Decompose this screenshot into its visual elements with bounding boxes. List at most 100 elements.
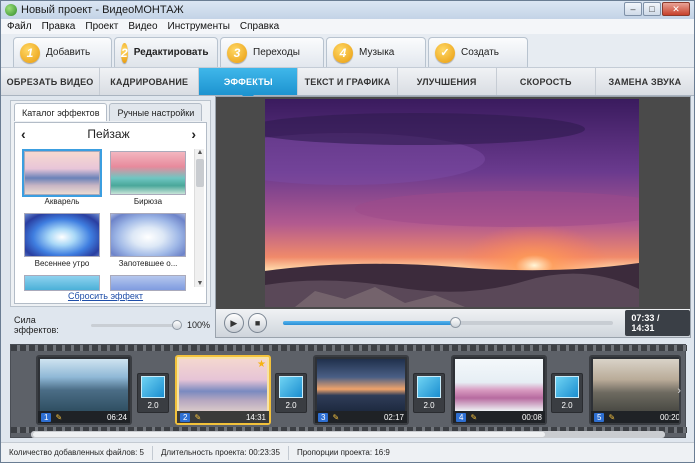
effect-thumbnail — [110, 151, 186, 195]
clip-thumbnail — [179, 359, 267, 411]
tab-crop[interactable]: КАДРИРОВАНИЕ — [100, 68, 200, 95]
menu-file[interactable]: Файл — [7, 21, 32, 32]
strength-label: Сила эффектов: — [14, 315, 59, 335]
timeline-scroll-right-icon[interactable]: › — [677, 385, 681, 397]
transition-1[interactable]: 2.0 — [137, 373, 169, 413]
edit-icon[interactable]: ✎ — [332, 413, 339, 422]
effects-grid: Акварель Бирюза Весеннее утро Запотевшее… — [22, 149, 191, 291]
step-label: Добавить — [46, 47, 91, 58]
transition-duration: 2.0 — [147, 401, 159, 410]
effect-item[interactable]: Бирюза — [109, 151, 187, 207]
maximize-icon[interactable]: □ — [643, 2, 661, 16]
tab-speed[interactable]: СКОРОСТЬ — [497, 68, 596, 95]
app-window: Новый проект - ВидеоМОНТАЖ – □ ✕ Файл Пр… — [0, 0, 695, 463]
timecode: 07:33 / 14:31 — [625, 310, 691, 336]
tab-replace-audio[interactable]: ЗАМЕНА ЗВУКА — [596, 68, 694, 95]
clip-thumbnail — [593, 359, 679, 411]
scroll-up-icon[interactable]: ▲ — [195, 149, 205, 156]
clip-5[interactable]: 5 ✎ 00:20 — [589, 355, 681, 425]
clip-thumbnail — [40, 359, 128, 411]
effect-thumbnail — [110, 275, 186, 291]
effect-item[interactable] — [23, 275, 101, 291]
scrollbar-thumb[interactable] — [196, 159, 204, 187]
step-edit[interactable]: 2 Редактировать — [114, 37, 218, 67]
next-category-icon[interactable]: › — [191, 126, 196, 142]
menu-tools[interactable]: Инструменты — [168, 21, 230, 32]
clip-1[interactable]: 1 ✎ 06:24 — [36, 355, 132, 425]
strength-slider-handle[interactable] — [171, 319, 182, 330]
edit-subtabs: ОБРЕЗАТЬ ВИДЕО КАДРИРОВАНИЕ ЭФФЕКТЫ ТЕКС… — [1, 67, 694, 101]
menu-project[interactable]: Проект — [85, 21, 118, 32]
menu-help[interactable]: Справка — [240, 21, 279, 32]
clip-duration: 00:20 — [659, 412, 680, 422]
step-transitions[interactable]: 3 Переходы — [220, 37, 324, 67]
effect-item[interactable]: Акварель — [22, 149, 102, 207]
seek-bar[interactable] — [283, 317, 614, 328]
edit-icon[interactable]: ✎ — [608, 413, 615, 422]
clip-duration: 02:17 — [383, 412, 404, 422]
transition-4[interactable]: 2.0 — [551, 373, 583, 413]
effect-strength: Сила эффектов: 100% — [14, 315, 210, 335]
menu-edit[interactable]: Правка — [42, 21, 76, 32]
transition-3[interactable]: 2.0 — [413, 373, 445, 413]
tab-enhancements[interactable]: УЛУЧШЕНИЯ — [398, 68, 497, 95]
clip-4[interactable]: 4 ✎ 00:08 — [451, 355, 547, 425]
effect-label: Акварель — [44, 197, 80, 206]
strength-value: 100% — [186, 320, 210, 330]
timeline-scrollbar[interactable] — [31, 431, 665, 438]
video-frame — [265, 99, 639, 307]
transition-icon — [555, 376, 579, 398]
effects-panel-tabs: Каталог эффектов Ручные настройки — [11, 101, 210, 121]
transition-2[interactable]: 2.0 — [275, 373, 307, 413]
clip-thumbnail — [317, 359, 405, 411]
effect-item[interactable]: Запотевшее о... — [109, 213, 187, 269]
scroll-down-icon[interactable]: ▼ — [195, 280, 205, 287]
edit-icon[interactable]: ✎ — [55, 413, 62, 422]
clip-info-bar: 3 ✎ 02:17 — [315, 411, 407, 423]
transition-icon — [417, 376, 441, 398]
minimize-icon[interactable]: – — [624, 2, 642, 16]
step-add[interactable]: 1 Добавить — [13, 37, 112, 67]
tab-effects[interactable]: ЭФФЕКТЫ — [199, 68, 299, 101]
menu-video[interactable]: Видео — [128, 21, 157, 32]
edit-icon[interactable]: ✎ — [470, 413, 477, 422]
clip-info-bar: 5 ✎ 00:20 — [591, 411, 680, 423]
edit-icon[interactable]: ✎ — [194, 413, 201, 422]
window-title: Новый проект - ВидеоМОНТАЖ — [21, 4, 184, 16]
effect-thumbnail — [24, 213, 100, 257]
reset-effect-link[interactable]: Сбросить эффект — [15, 291, 196, 301]
seek-handle[interactable] — [449, 317, 461, 328]
prev-category-icon[interactable]: ‹ — [21, 126, 26, 142]
window-controls: – □ ✕ — [624, 2, 690, 16]
status-bar: Количество добавленных файлов: 5 Длитель… — [1, 442, 694, 462]
tab-manual-settings[interactable]: Ручные настройки — [109, 103, 203, 121]
clip-2[interactable]: ★ 2 ✎ 14:31 — [175, 355, 271, 425]
play-icon[interactable]: ▶ — [224, 313, 244, 333]
step-label: Музыка — [359, 47, 395, 58]
effect-item[interactable] — [109, 275, 187, 291]
app-logo-icon — [5, 4, 17, 16]
transition-icon — [141, 376, 165, 398]
effects-scrollbar[interactable]: ▲ ▼ — [194, 149, 204, 287]
tab-effects-catalog[interactable]: Каталог эффектов — [14, 103, 108, 121]
effects-catalog: ‹ Пейзаж › Акварель Бирюза Весеннее утро — [14, 122, 207, 304]
effect-label: Запотевшее о... — [118, 259, 178, 268]
timeline: 1 ✎ 06:24 2.0 ★ 2 ✎ 14:31 2.0 3 ✎ 02:17 … — [10, 344, 687, 438]
tab-text-graphics[interactable]: ТЕКСТ И ГРАФИКА — [298, 68, 398, 95]
step-number-icon: 2 — [121, 42, 128, 63]
clip-thumbnail — [455, 359, 543, 411]
close-icon[interactable]: ✕ — [662, 2, 690, 16]
step-number-icon: 4 — [333, 42, 353, 63]
transition-duration: 2.0 — [561, 401, 573, 410]
step-music[interactable]: 4 Музыка — [326, 37, 426, 67]
workflow-steps: 1 Добавить 2 Редактировать 3 Переходы 4 … — [1, 34, 694, 67]
strength-slider[interactable] — [91, 319, 182, 330]
status-aspect-ratio: Пропорции проекта: 16:9 — [296, 448, 390, 457]
clip-3[interactable]: 3 ✎ 02:17 — [313, 355, 409, 425]
stop-icon[interactable]: ■ — [247, 313, 268, 333]
timeline-scrollbar-thumb[interactable] — [33, 432, 545, 437]
step-create[interactable]: ✓ Создать — [428, 37, 528, 67]
tab-trim-video[interactable]: ОБРЕЗАТЬ ВИДЕО — [1, 68, 101, 95]
effect-label: Бирюза — [133, 197, 163, 206]
effect-item[interactable]: Весеннее утро — [23, 213, 101, 269]
